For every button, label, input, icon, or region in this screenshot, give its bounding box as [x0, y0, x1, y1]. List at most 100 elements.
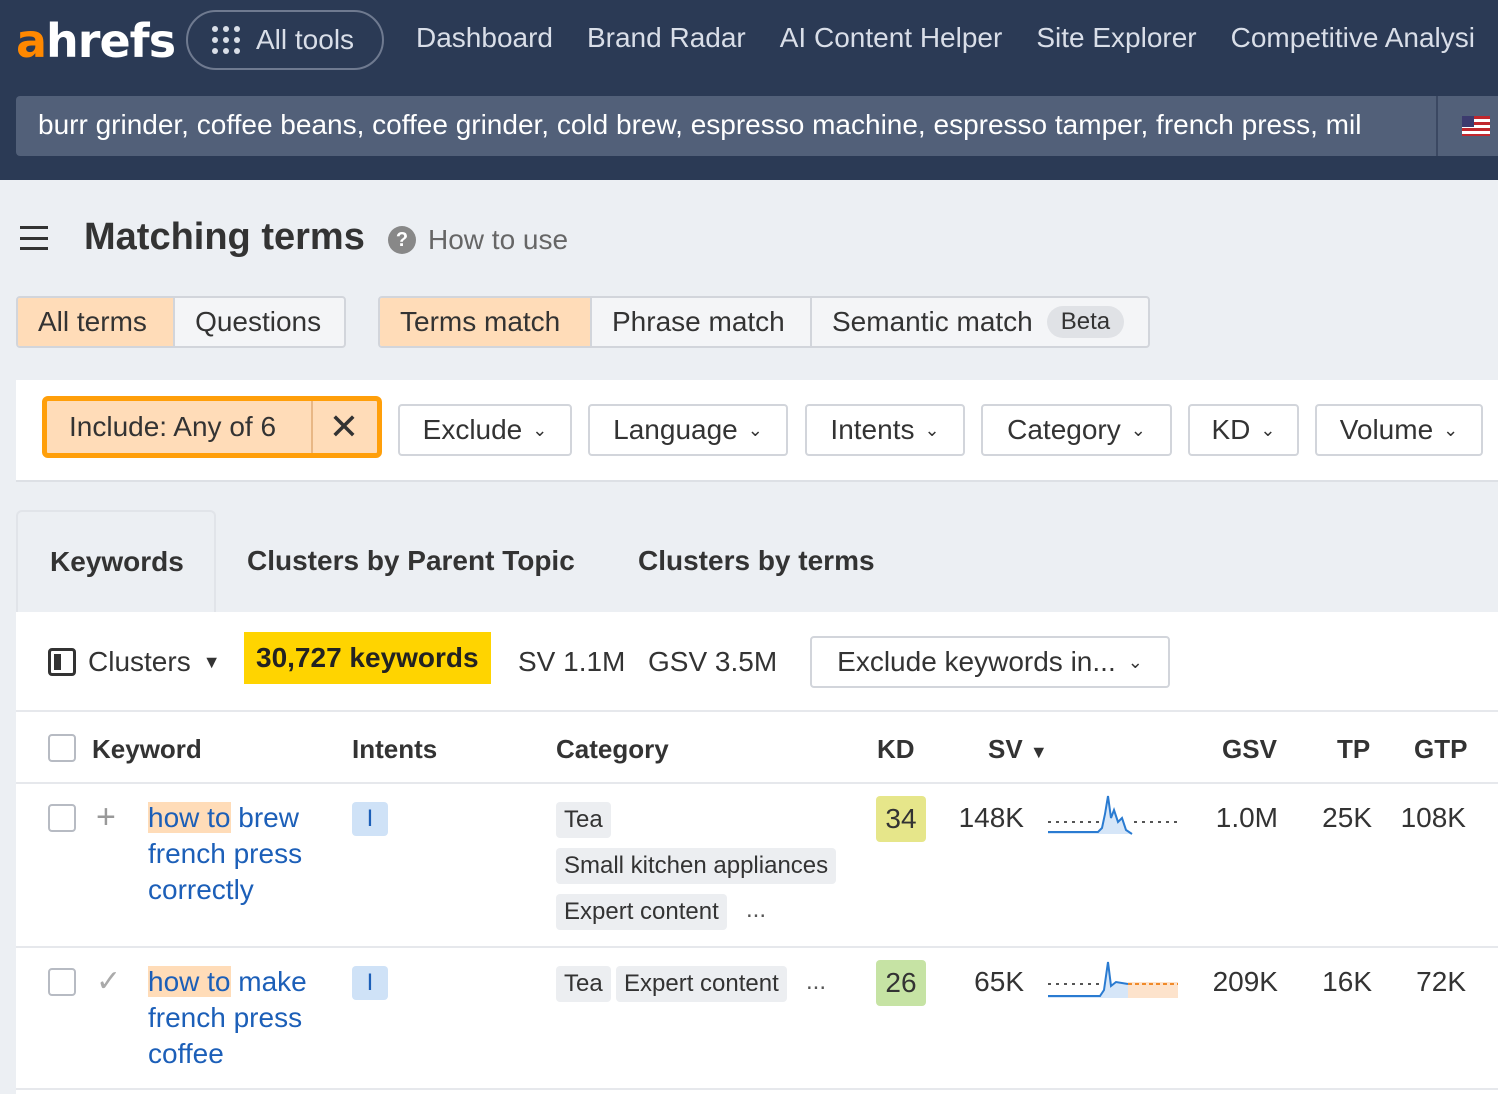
total-gsv: GSV 3.5M: [648, 646, 778, 677]
col-tp[interactable]: TP: [1337, 734, 1370, 765]
scope-segment: All terms Questions: [16, 296, 346, 348]
keyword-link[interactable]: how to make french press coffee: [148, 964, 328, 1072]
tab-keywords[interactable]: Keywords: [16, 510, 216, 612]
col-kd[interactable]: KD: [877, 734, 915, 765]
gsv-value: 1.0M: [1215, 802, 1278, 833]
question-icon: ?: [388, 226, 416, 254]
sv-value: 65K: [974, 966, 1024, 997]
row-checkbox[interactable]: [48, 968, 76, 996]
keywords-count: 30,727 keywords: [244, 632, 491, 684]
segment-phrase-match[interactable]: Phrase match: [592, 298, 812, 346]
search-query[interactable]: burr grinder, coffee beans, coffee grind…: [38, 109, 1434, 141]
intent-badge: I: [352, 802, 388, 836]
nav-link-brand-radar[interactable]: Brand Radar: [587, 22, 746, 54]
menu-icon[interactable]: [20, 226, 48, 250]
page-title: Matching terms: [84, 216, 365, 258]
category-dropdown[interactable]: Category ⌄: [981, 404, 1172, 456]
chevron-down-icon: ⌄: [1130, 419, 1146, 440]
segment-semantic-match[interactable]: Semantic match Beta: [812, 298, 1148, 346]
more-categories[interactable]: ...: [746, 896, 766, 924]
kd-badge: 34: [876, 796, 926, 842]
category-tag[interactable]: Small kitchen appliances: [556, 848, 837, 884]
row-checkbox[interactable]: [48, 804, 76, 832]
col-intents[interactable]: Intents: [352, 734, 437, 765]
results-panel: Clusters ▼ 30,727 keywords SV 1.1M GSV 3…: [16, 612, 1498, 1094]
results-toolbar: Clusters ▼ 30,727 keywords SV 1.1M GSV 3…: [16, 612, 1498, 712]
nav-links: Dashboard Brand Radar AI Content Helper …: [416, 22, 1475, 54]
all-tools-button[interactable]: All tools: [186, 10, 384, 70]
kd-badge: 26: [876, 960, 926, 1006]
chevron-down-icon: ⌄: [532, 419, 548, 440]
gtp-value: 108K: [1400, 802, 1466, 833]
table-row: ✓ how to make french press coffee I Tea …: [16, 948, 1498, 1090]
segment-all-terms[interactable]: All terms: [18, 298, 176, 346]
clusters-label: Clusters: [88, 646, 191, 677]
keyword-search-input[interactable]: burr grinder, coffee beans, coffee grind…: [16, 96, 1498, 156]
how-to-use-label: How to use: [428, 224, 569, 255]
how-to-use-link[interactable]: ? How to use: [388, 224, 568, 256]
ahrefs-logo[interactable]: ahrefs: [16, 14, 176, 68]
total-sv: SV 1.1M: [518, 646, 626, 677]
sort-desc-icon: ▼: [1029, 742, 1048, 762]
us-flag-icon[interactable]: [1462, 116, 1490, 136]
tab-clusters-by-parent-topic[interactable]: Clusters by Parent Topic: [247, 510, 575, 612]
filter-bar: Include: Any of 6 ✕ Exclude ⌄ Language ⌄ I…: [16, 380, 1498, 482]
col-gtp[interactable]: GTP: [1414, 734, 1467, 765]
intent-badge: I: [352, 966, 388, 1000]
select-all-checkbox[interactable]: [48, 734, 76, 762]
category-tag[interactable]: Expert content: [556, 894, 727, 930]
kd-dropdown[interactable]: KD ⌄: [1188, 404, 1299, 456]
category-tag[interactable]: Tea: [556, 802, 611, 838]
keyword-link[interactable]: how to brew french press correctly: [148, 800, 328, 908]
sidebar-panel-icon: [48, 648, 76, 676]
tp-value: 16K: [1322, 966, 1372, 997]
sv-trend-sparkline[interactable]: [1048, 792, 1178, 836]
chevron-down-icon: ⌄: [1260, 419, 1276, 440]
category-tag[interactable]: Tea: [556, 966, 611, 1002]
tab-clusters-by-terms[interactable]: Clusters by terms: [638, 510, 875, 612]
nav-link-dashboard[interactable]: Dashboard: [416, 22, 553, 54]
col-gsv[interactable]: GSV: [1222, 734, 1277, 765]
sv-value: 148K: [958, 802, 1024, 833]
chevron-down-icon: ⌄: [1443, 419, 1459, 440]
close-icon[interactable]: ✕: [311, 401, 375, 453]
col-keyword[interactable]: Keyword: [92, 734, 202, 765]
all-tools-label: All tools: [256, 24, 355, 55]
exclude-keywords-dropdown[interactable]: Exclude keywords in... ⌄: [810, 636, 1170, 688]
clusters-toggle[interactable]: Clusters ▼: [48, 646, 221, 678]
gtp-value: 72K: [1416, 966, 1466, 997]
include-filter[interactable]: Include: Any of 6 ✕: [42, 396, 382, 458]
table-row: + how to brew french press correctly I T…: [16, 784, 1498, 948]
include-filter-label[interactable]: Include: Any of 6: [47, 411, 311, 443]
segment-terms-match[interactable]: Terms match: [380, 298, 592, 346]
gsv-value: 209K: [1212, 966, 1278, 997]
intents-dropdown[interactable]: Intents ⌄: [805, 404, 965, 456]
tp-value: 25K: [1322, 802, 1372, 833]
nav-link-competitive-analysis[interactable]: Competitive Analysi: [1231, 22, 1475, 54]
chevron-down-icon: ⌄: [924, 419, 940, 440]
chevron-down-icon: ⌄: [747, 419, 763, 440]
match-segment: Terms match Phrase match Semantic match …: [378, 296, 1150, 348]
col-sv[interactable]: SV ▼: [988, 734, 1048, 765]
sv-trend-sparkline[interactable]: [1048, 956, 1178, 1000]
chevron-down-icon: ⌄: [1127, 651, 1143, 672]
add-icon[interactable]: +: [96, 798, 116, 837]
beta-badge: Beta: [1046, 306, 1125, 338]
grid-icon: [212, 26, 240, 54]
volume-dropdown[interactable]: Volume ⌄: [1315, 404, 1483, 456]
checkmark-icon[interactable]: ✓: [96, 964, 121, 999]
semantic-match-label: Semantic match: [832, 306, 1033, 337]
search-divider: [1436, 96, 1438, 156]
top-navigation: ahrefs All tools Dashboard Brand Radar A…: [0, 0, 1498, 180]
exclude-dropdown[interactable]: Exclude ⌄: [398, 404, 572, 456]
col-category[interactable]: Category: [556, 734, 669, 765]
caret-down-icon: ▼: [202, 651, 221, 672]
nav-link-ai-content-helper[interactable]: AI Content Helper: [780, 22, 1003, 54]
nav-link-site-explorer[interactable]: Site Explorer: [1036, 22, 1196, 54]
language-dropdown[interactable]: Language ⌄: [588, 404, 788, 456]
category-tag[interactable]: Expert content: [616, 966, 787, 1002]
table-header: Keyword Intents Category KD SV ▼ GSV TP …: [16, 712, 1498, 784]
result-tabs: Keywords Clusters by Parent Topic Cluste…: [16, 510, 1498, 612]
more-categories[interactable]: ...: [806, 968, 826, 996]
segment-questions[interactable]: Questions: [175, 298, 344, 346]
